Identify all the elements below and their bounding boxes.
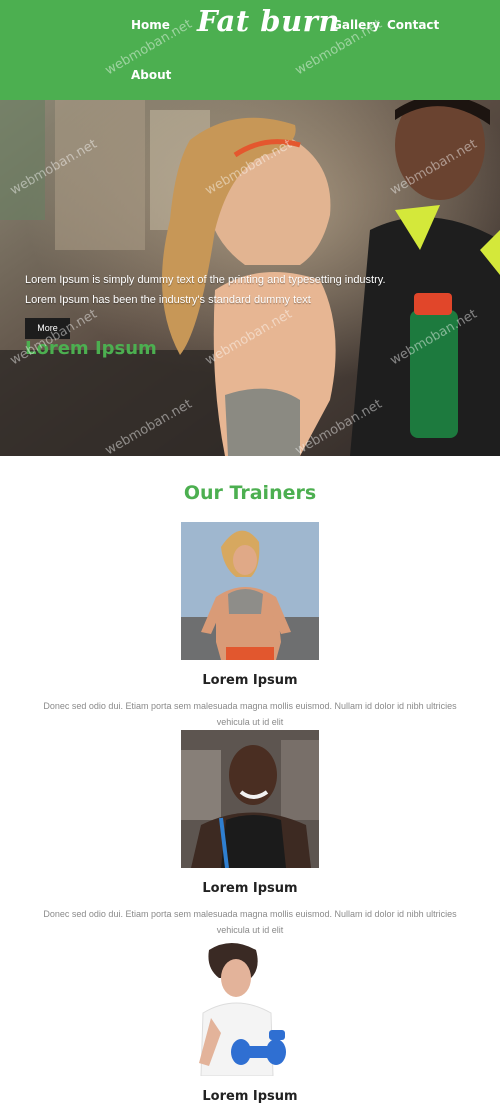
nav-about-link[interactable]: About xyxy=(131,68,171,82)
hero-banner: Lorem Ipsum Lorem Ipsum is simply dummy … xyxy=(0,100,500,456)
trainer-desc-1-line-2: vehicula ut id elit xyxy=(216,717,284,727)
nav-gallery-link[interactable]: Gallery xyxy=(332,18,380,32)
trainer-desc-1-line-1: Donec sed odio dui. Etiam porta sem male… xyxy=(43,701,457,711)
trainer-name-3: Lorem Ipsum xyxy=(202,1089,298,1104)
trainer-desc-2: Donec sed odio dui. Etiam porta sem male… xyxy=(30,906,470,938)
nav-contact-link[interactable]: Contact xyxy=(387,18,439,32)
trainer-photo-2 xyxy=(181,730,319,868)
trainer-desc-1: Donec sed odio dui. Etiam porta sem male… xyxy=(30,698,470,730)
site-header: Home Fat burn Gallery Contact About xyxy=(0,0,500,100)
hero-text-line-2: Lorem Ipsum has been the industry's stan… xyxy=(25,294,311,306)
more-button[interactable]: More xyxy=(25,318,70,339)
trainer-name-2: Lorem Ipsum xyxy=(202,881,298,896)
trainer-desc-2-line-1: Donec sed odio dui. Etiam porta sem male… xyxy=(43,909,457,919)
trainer-photo-3 xyxy=(181,938,319,1076)
nav-home-link[interactable]: Home xyxy=(131,18,170,32)
trainer-photo-1 xyxy=(181,522,319,660)
trainer-name-1: Lorem Ipsum xyxy=(202,673,298,688)
hero-text-line-1: Lorem Ipsum is simply dummy text of the … xyxy=(25,274,386,286)
site-logo[interactable]: Fat burn xyxy=(197,4,340,38)
trainers-heading: Our Trainers xyxy=(183,482,317,504)
trainer-desc-2-line-2: vehicula ut id elit xyxy=(216,925,284,935)
hero-title: Lorem Ipsum xyxy=(25,338,157,359)
